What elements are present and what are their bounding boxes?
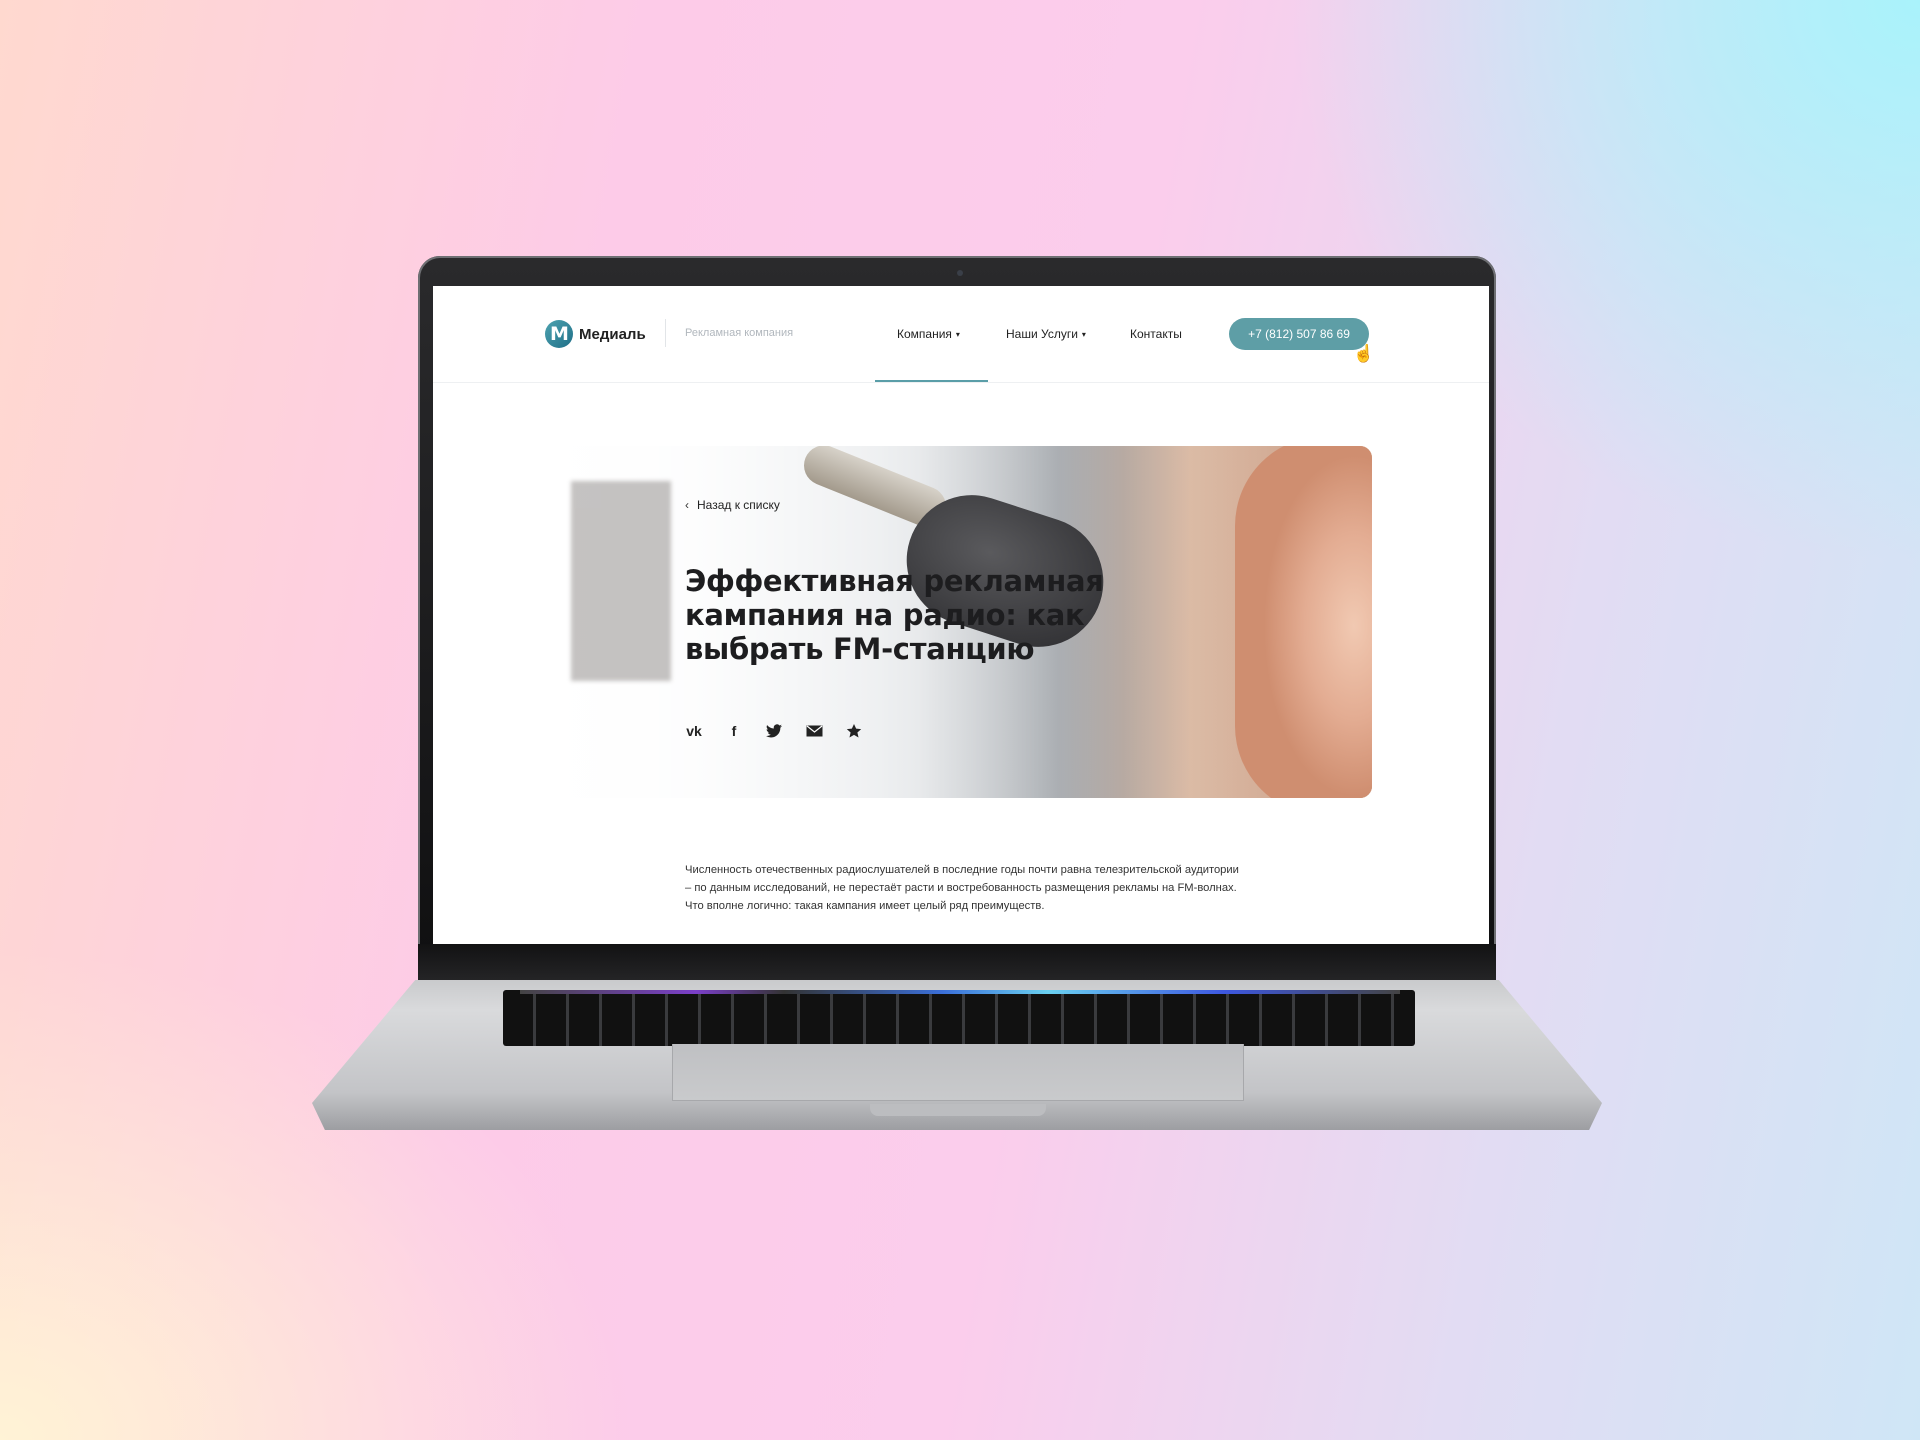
- nav-item-label: Контакты: [1130, 327, 1182, 341]
- phone-button[interactable]: +7 (812) 507 86 69: [1229, 318, 1369, 350]
- back-link-label: Назад к списку: [697, 498, 780, 512]
- logo-link[interactable]: Медиаль: [545, 320, 646, 348]
- touch-bar: [520, 990, 1400, 994]
- brand-tagline: Рекламная компания: [685, 327, 794, 339]
- twitter-icon[interactable]: [765, 722, 783, 740]
- mail-icon[interactable]: [805, 722, 823, 740]
- camera-icon: [957, 270, 963, 276]
- site-header: Медиаль Рекламная компания Компания▾ Наш…: [433, 286, 1489, 383]
- dropdown-icon: ▾: [1081, 330, 1086, 339]
- studio-panel: [571, 481, 671, 681]
- laptop-chin: [418, 944, 1496, 984]
- hand-cursor-icon: ☝: [1353, 344, 1375, 363]
- nav-item-label: Компания: [897, 327, 952, 341]
- article-intro: Численность отечественных радиослушателе…: [685, 864, 1239, 912]
- facebook-icon[interactable]: f: [725, 722, 743, 740]
- nav-item-contacts[interactable]: Контакты: [1130, 327, 1182, 341]
- presenter-face: [1235, 446, 1372, 798]
- vk-icon[interactable]: vk: [685, 722, 703, 740]
- back-to-list-link[interactable]: ‹ Назад к списку: [685, 498, 780, 512]
- lid-notch: [870, 1104, 1046, 1116]
- nav-item-label: Наши Услуги: [1006, 327, 1078, 341]
- nav-item-company[interactable]: Компания ▾: [897, 327, 960, 341]
- nav-active-indicator: [875, 380, 988, 382]
- share-bar: vk f: [685, 722, 863, 740]
- trackpad: [672, 1044, 1244, 1101]
- header-divider: [665, 319, 666, 347]
- dropdown-icon: ▾: [955, 330, 960, 339]
- article-title: Эффективная рекламная кампания на радио:…: [685, 564, 1104, 666]
- brand-name: Медиаль: [579, 325, 646, 343]
- keyboard: [503, 990, 1415, 1046]
- star-icon[interactable]: [845, 722, 863, 740]
- logo-icon: [545, 320, 573, 348]
- chevron-left-icon: ‹: [685, 498, 689, 512]
- nav-item-services[interactable]: Наши Услуги ▾: [1006, 327, 1086, 341]
- browser-screen: Медиаль Рекламная компания Компания▾ Наш…: [433, 286, 1489, 944]
